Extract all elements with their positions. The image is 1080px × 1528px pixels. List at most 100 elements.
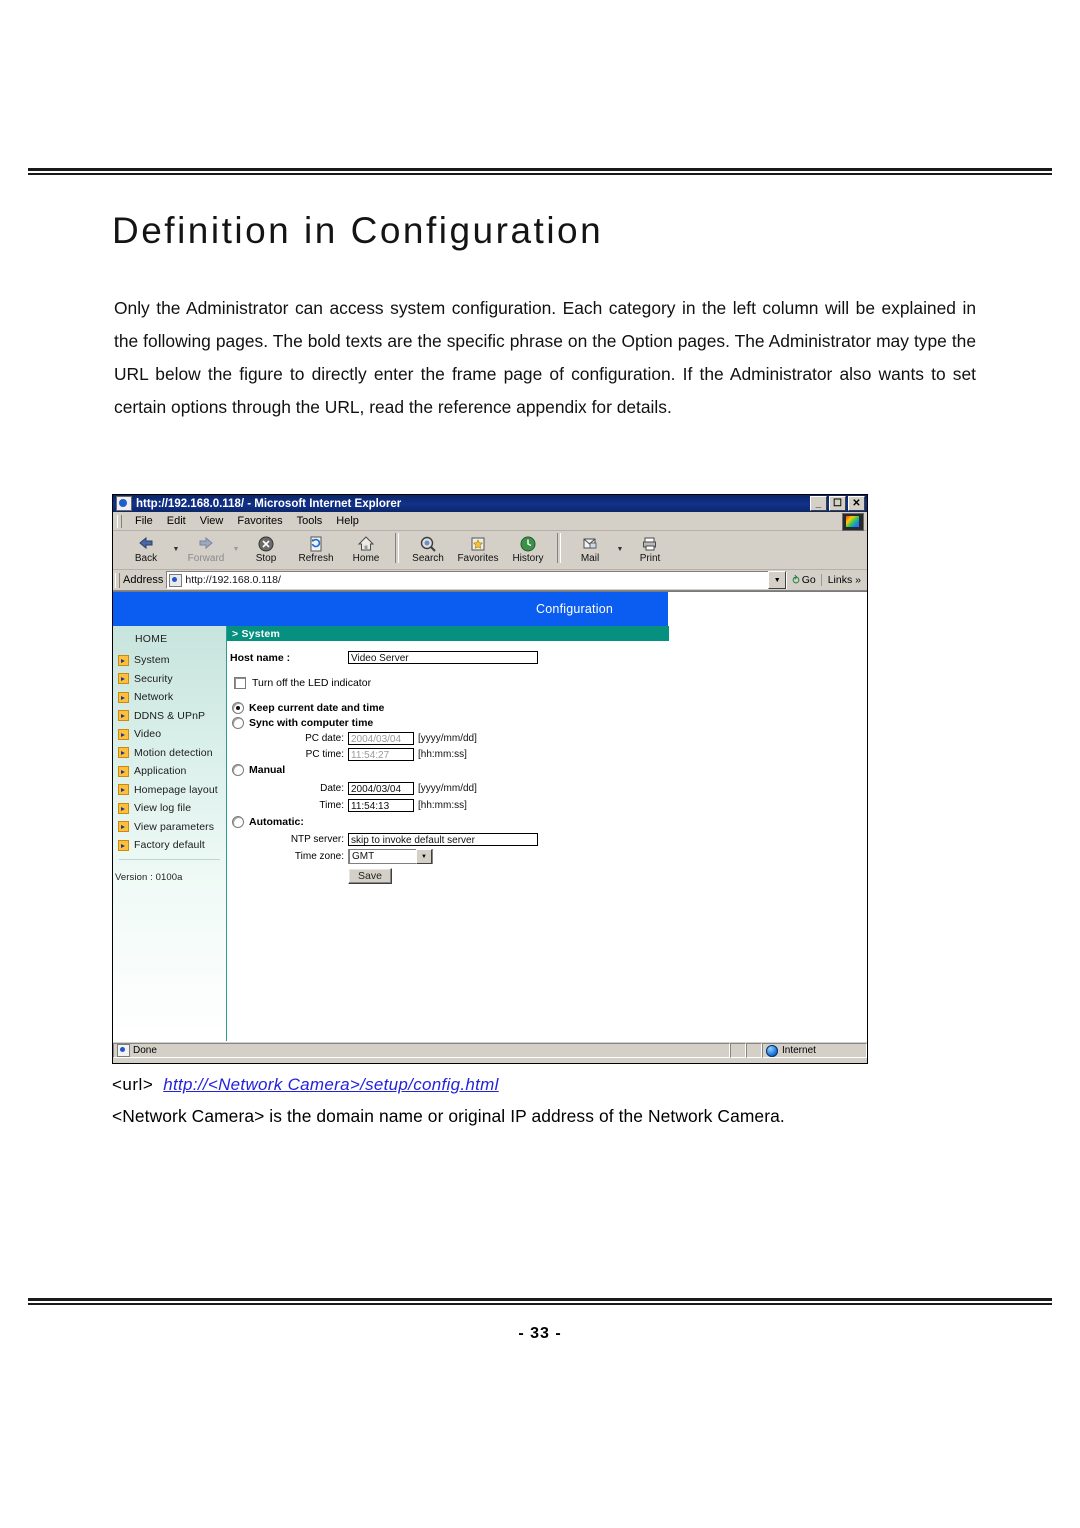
toolbar-separator — [395, 533, 399, 563]
address-dropdown-arrow-icon[interactable]: ▼ — [768, 571, 787, 589]
menu-item-edit[interactable]: Edit — [160, 514, 193, 528]
manual-date-input[interactable]: 2004/03/04 — [348, 782, 414, 795]
sidebar-item-homepage-layout[interactable]: Homepage layout — [113, 781, 226, 800]
pc-time-format: [hh:mm:ss] — [418, 749, 467, 760]
pc-date-label: PC date: — [305, 733, 344, 744]
status-pane-empty-2 — [746, 1043, 762, 1058]
security-zone[interactable]: Internet — [762, 1043, 867, 1058]
expand-arrow-icon — [118, 802, 129, 814]
browser-window: http://192.168.0.118/ - Microsoft Intern… — [112, 494, 868, 1064]
config-content: > System Host name : Video Server Turn o… — [227, 626, 669, 1041]
mail-icon — [580, 534, 600, 553]
back-dropdown-arrow-icon[interactable]: ▼ — [171, 546, 181, 553]
toolbar-print-label: Print — [639, 553, 661, 564]
close-icon: ✕ — [852, 498, 861, 509]
address-value: http://192.168.0.118/ — [185, 574, 281, 586]
sidebar-item-network[interactable]: Network — [113, 688, 226, 707]
radio-keep-current-time[interactable] — [232, 702, 244, 714]
menu-grip[interactable] — [117, 514, 122, 528]
sidebar-item-security[interactable]: Security — [113, 670, 226, 689]
minimize-button[interactable]: _ — [810, 496, 827, 511]
timezone-value: GMT — [349, 849, 416, 864]
sidebar-item-factory-default[interactable]: Factory default — [113, 836, 226, 855]
status-text: Done — [133, 1045, 157, 1056]
sidebar-item-application[interactable]: Application — [113, 762, 226, 781]
minimize-icon: _ — [815, 498, 822, 509]
sidebar-item-view-parameters[interactable]: View parameters — [113, 818, 226, 837]
toolbar-history-label: History — [512, 553, 544, 564]
forward-dropdown-arrow-icon[interactable]: ▼ — [231, 546, 241, 553]
menu-item-view[interactable]: View — [193, 514, 231, 528]
toolbar-forward-button[interactable]: Forward — [181, 533, 231, 564]
toolbar-home-button[interactable]: Home — [341, 533, 391, 564]
links-chevron-icon: » — [855, 574, 861, 586]
stop-icon — [256, 534, 276, 553]
mail-dropdown-arrow-icon[interactable]: ▼ — [615, 546, 625, 553]
radio-sync-computer-time[interactable] — [232, 717, 244, 729]
radio-automatic[interactable] — [232, 816, 244, 828]
sidebar-item-home[interactable]: HOME — [113, 626, 226, 651]
restore-button[interactable]: ☐ — [829, 496, 846, 511]
config-url-link[interactable]: http://<Network Camera>/setup/config.htm… — [163, 1075, 498, 1094]
sidebar-item-label: View log file — [134, 802, 192, 815]
section-header: > System — [227, 626, 669, 641]
menu-item-tools[interactable]: Tools — [290, 514, 330, 528]
printer-icon — [640, 534, 660, 553]
back-arrow-icon — [136, 534, 156, 553]
timezone-label: Time zone: — [294, 851, 344, 862]
sidebar-item-system[interactable]: System — [113, 651, 226, 670]
forward-arrow-icon — [196, 534, 216, 553]
go-button[interactable]: ⥁ Go — [787, 574, 821, 587]
radio-sync-computer-time-label: Sync with computer time — [249, 717, 374, 729]
sidebar-item-motion-detection[interactable]: Motion detection — [113, 744, 226, 763]
manual-time-input[interactable]: 11:54:13 — [348, 799, 414, 812]
address-bar: Address http://192.168.0.118/ ▼ ⥁ Go Lin… — [113, 570, 867, 591]
manual-date-label: Date: — [320, 783, 344, 794]
toolbar-search-button[interactable]: Search — [403, 533, 453, 564]
address-input[interactable]: http://192.168.0.118/ ▼ — [166, 571, 788, 589]
sidebar-item-label: Homepage layout — [134, 783, 218, 796]
toolbar-back-button[interactable]: Back — [121, 533, 171, 564]
intro-paragraph: Only the Administrator can access system… — [114, 298, 976, 417]
page-title: Definition in Configuration — [112, 210, 604, 251]
menu-bar: File Edit View Favorites Tools Help — [113, 512, 867, 531]
page-number: - 33 - — [518, 1325, 562, 1342]
sidebar-item-label: Network — [134, 691, 174, 704]
config-sidebar: HOME System Security Network DDNS & UPnP… — [113, 626, 227, 1041]
led-indicator-checkbox[interactable] — [234, 677, 246, 689]
radio-manual[interactable] — [232, 764, 244, 776]
toolbar-print-button[interactable]: Print — [625, 533, 675, 564]
toolbar-back-label: Back — [134, 553, 158, 564]
close-button[interactable]: ✕ — [848, 496, 865, 511]
expand-arrow-icon — [118, 728, 129, 740]
toolbar-refresh-button[interactable]: Refresh — [291, 533, 341, 564]
save-button[interactable]: Save — [348, 868, 392, 884]
toolbar-separator-2 — [557, 533, 561, 563]
url-note: <Network Camera> is the domain name or o… — [112, 1106, 785, 1126]
manual-time-format: [hh:mm:ss] — [418, 800, 467, 811]
timezone-select[interactable]: GMT ▼ — [348, 849, 433, 864]
security-zone-label: Internet — [782, 1045, 816, 1056]
page-icon — [169, 573, 183, 587]
url-tag: <url> — [112, 1075, 154, 1094]
menu-item-help[interactable]: Help — [329, 514, 366, 528]
sidebar-item-label: Video — [134, 728, 162, 741]
menu-item-favorites[interactable]: Favorites — [230, 514, 289, 528]
chevron-down-icon: ▼ — [416, 849, 432, 864]
menu-item-file[interactable]: File — [128, 514, 160, 528]
expand-arrow-icon — [118, 821, 129, 833]
links-button[interactable]: Links » — [820, 574, 865, 586]
toolbar-history-button[interactable]: History — [503, 533, 553, 564]
ntp-server-input[interactable]: skip to invoke default server — [348, 833, 538, 846]
sidebar-item-view-log-file[interactable]: View log file — [113, 799, 226, 818]
host-name-input[interactable]: Video Server — [348, 651, 538, 664]
toolbar-favorites-button[interactable]: Favorites — [453, 533, 503, 564]
sidebar-item-video[interactable]: Video — [113, 725, 226, 744]
toolbar-mail-button[interactable]: Mail — [565, 533, 615, 564]
toolbar-stop-button[interactable]: Stop — [241, 533, 291, 564]
address-label: Address — [123, 574, 164, 586]
sidebar-item-label: Motion detection — [134, 746, 213, 759]
window-title: http://192.168.0.118/ - Microsoft Intern… — [136, 497, 402, 510]
address-grip[interactable] — [115, 572, 120, 588]
sidebar-item-ddns-upnp[interactable]: DDNS & UPnP — [113, 707, 226, 726]
